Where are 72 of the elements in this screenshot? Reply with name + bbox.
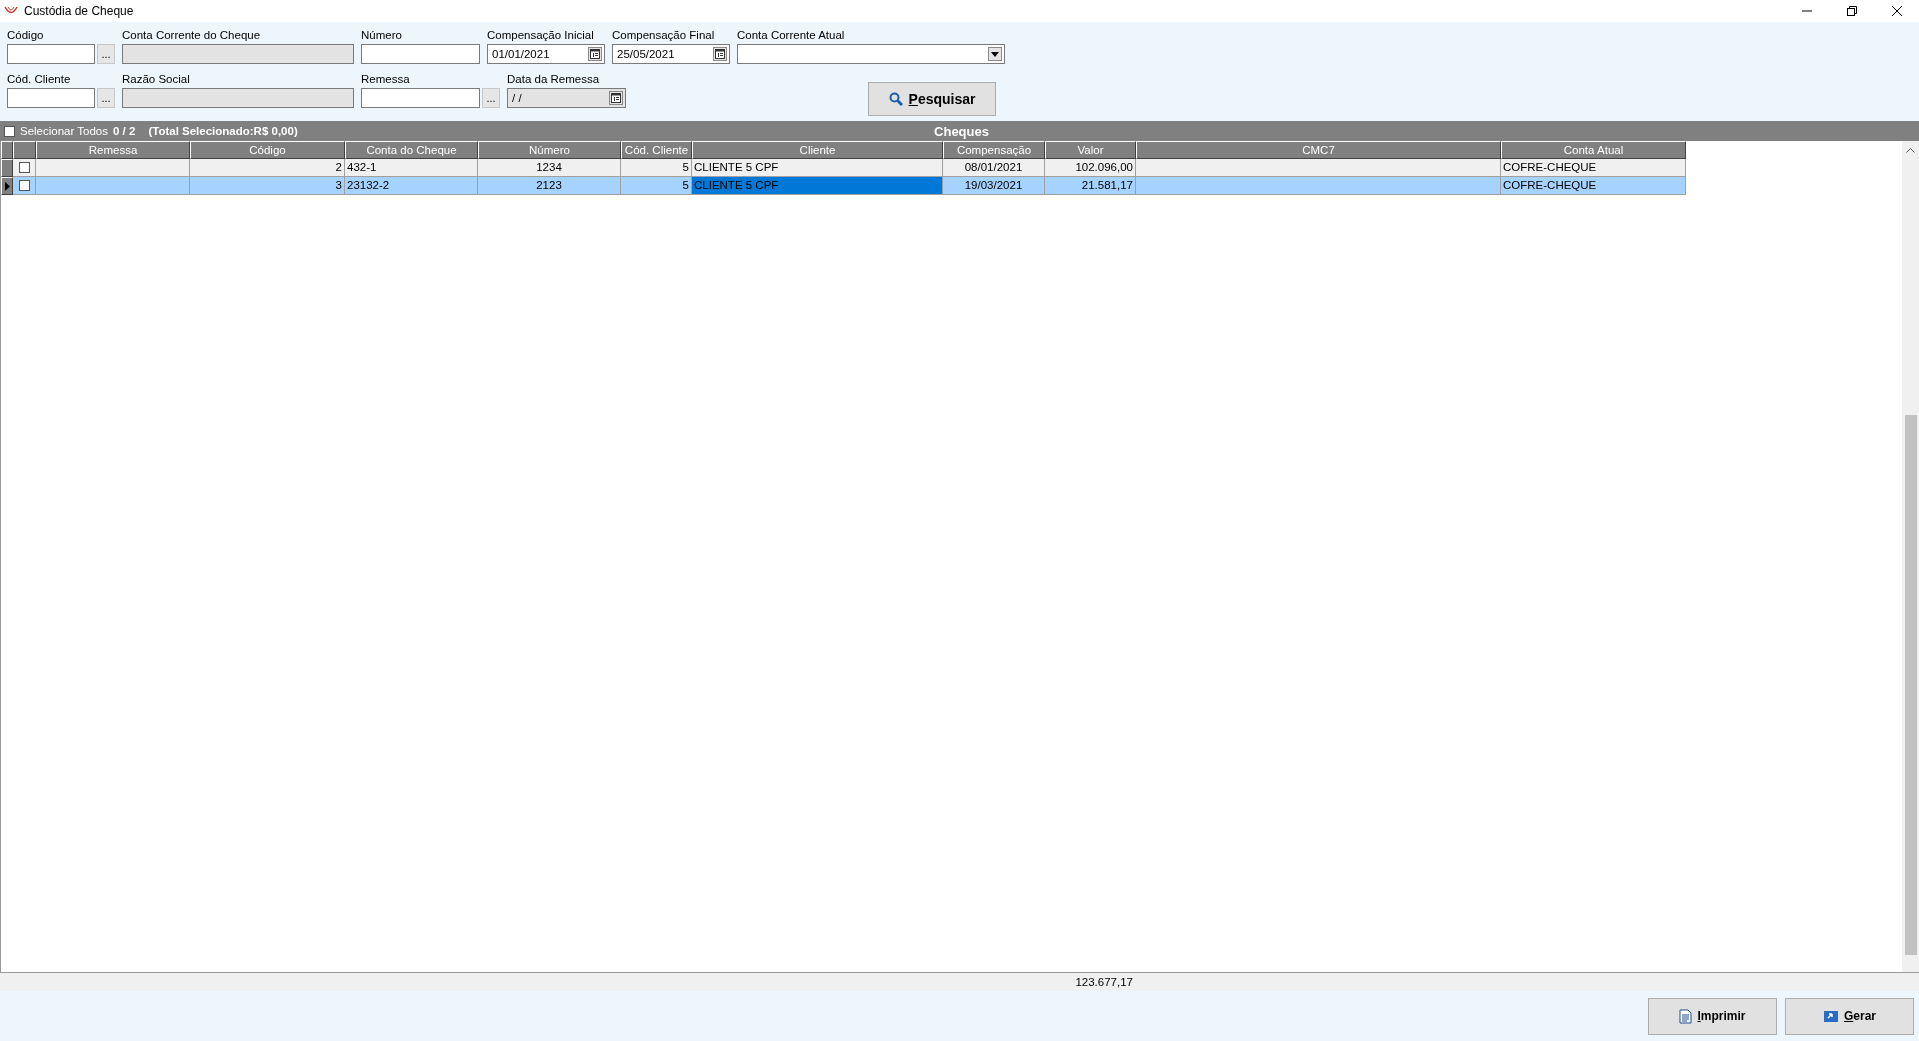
text-field[interactable] xyxy=(7,44,95,64)
table-cell: 2 xyxy=(190,159,345,177)
column-header[interactable]: Valor xyxy=(1045,141,1136,159)
grand-total: 123.677,17 xyxy=(1074,975,1134,990)
table-cell: 432-1 xyxy=(345,159,478,177)
text-field[interactable] xyxy=(361,44,480,64)
table-cell: 5 xyxy=(621,159,692,177)
date-field[interactable]: 01/01/2021 xyxy=(487,44,605,64)
app-logo-icon xyxy=(4,6,18,16)
field-label: Razão Social xyxy=(122,73,191,85)
export-icon xyxy=(1823,1009,1839,1023)
table-cell: 2123 xyxy=(478,177,621,195)
column-header[interactable]: Cód. Cliente xyxy=(621,141,692,159)
text-field[interactable] xyxy=(7,88,95,108)
table-cell: 3 xyxy=(190,177,345,195)
column-header[interactable]: Código xyxy=(190,141,345,159)
row-checkbox[interactable] xyxy=(18,162,30,173)
table-cell: CLIENTE 5 CPF xyxy=(692,159,943,177)
field-label: Conta Corrente Atual xyxy=(737,29,846,41)
table-cell: 19/03/2021 xyxy=(943,177,1045,195)
table-cell: 1234 xyxy=(478,159,621,177)
restore-icon xyxy=(1846,6,1857,16)
table-cell: 08/01/2021 xyxy=(943,159,1045,177)
search-icon xyxy=(888,92,903,106)
dropdown-field[interactable] xyxy=(737,44,1005,64)
generate-button[interactable]: Gerar xyxy=(1785,997,1914,1035)
column-header[interactable]: Cliente xyxy=(692,141,943,159)
current-row-icon xyxy=(4,181,10,191)
row-indicator[interactable] xyxy=(1,159,13,177)
grid-title: Cheques xyxy=(934,123,989,139)
print-button[interactable]: Imprimir xyxy=(1648,997,1777,1035)
lookup-button[interactable]: ... xyxy=(97,44,115,64)
field-label: Conta Corrente do Cheque xyxy=(122,29,262,41)
row-indicator[interactable] xyxy=(1,177,13,195)
scroll-up-icon[interactable] xyxy=(1906,147,1915,153)
table-cell: CLIENTE 5 CPF xyxy=(692,177,943,195)
table-cell: 23132-2 xyxy=(345,177,478,195)
table-cell: COFRE-CHEQUE xyxy=(1501,177,1686,195)
field-label: Data da Remessa xyxy=(507,73,601,85)
row-checkbox[interactable] xyxy=(18,180,30,191)
calendar-icon[interactable] xyxy=(588,47,602,61)
selected-count: 0 / 2 xyxy=(113,125,136,137)
scrollbar-thumb[interactable] xyxy=(1904,415,1917,955)
table-cell: 102.096,00 xyxy=(1045,159,1136,177)
field-label: Remessa xyxy=(361,73,411,85)
select-all-label: Selecionar Todos xyxy=(20,125,108,137)
field-label: Compensação Inicial xyxy=(487,29,595,41)
field-label: Código xyxy=(7,29,45,41)
table-cell: 5 xyxy=(621,177,692,195)
select-all-checkbox[interactable] xyxy=(4,125,15,137)
close-icon xyxy=(1891,6,1902,16)
column-header[interactable]: Conta do Cheque xyxy=(345,141,478,159)
column-header[interactable]: Remessa xyxy=(36,141,190,159)
vertical-scrollbar[interactable] xyxy=(1902,141,1919,972)
column-header[interactable]: Número xyxy=(478,141,621,159)
document-icon xyxy=(1679,1008,1693,1024)
date-field[interactable]: 25/05/2021 xyxy=(612,44,730,64)
field-label: Compensação Final xyxy=(612,29,716,41)
search-button[interactable]: Pesquisar xyxy=(868,82,996,116)
text-field[interactable] xyxy=(361,88,480,108)
calendar-icon[interactable] xyxy=(713,47,727,61)
total-selected: (Total Selecionado:R$ 0,00) xyxy=(148,125,298,137)
table-cell: COFRE-CHEQUE xyxy=(1501,159,1686,177)
window-title: Custódia de Cheque xyxy=(24,4,134,18)
lookup-button[interactable]: ... xyxy=(482,88,500,108)
lookup-button[interactable]: ... xyxy=(97,88,115,108)
field-label: Cód. Cliente xyxy=(7,73,72,85)
column-header[interactable]: Conta Atual xyxy=(1501,141,1686,159)
column-header[interactable]: Compensação xyxy=(943,141,1045,159)
column-header[interactable]: CMC7 xyxy=(1136,141,1501,159)
table-cell: 21.581,17 xyxy=(1045,177,1136,195)
field-label: Número xyxy=(361,29,403,41)
